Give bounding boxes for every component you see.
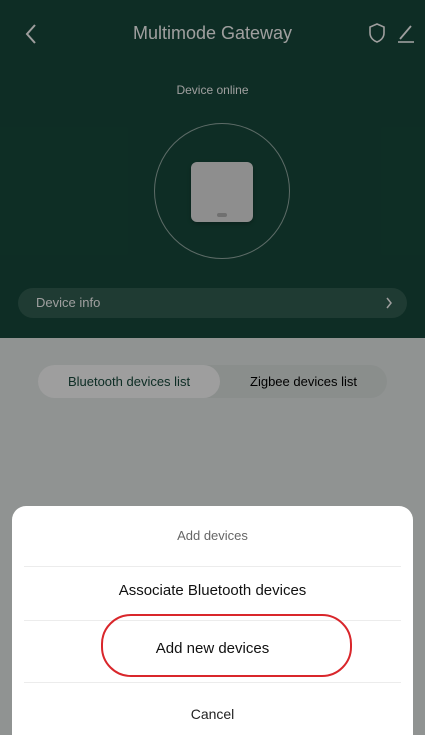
add-devices-sheet: Add devices Associate Bluetooth devices … xyxy=(12,506,413,735)
sheet-title: Add devices xyxy=(177,528,248,543)
divider xyxy=(24,682,401,683)
cancel-button[interactable]: Cancel xyxy=(12,706,413,722)
associate-bluetooth-button[interactable]: Associate Bluetooth devices xyxy=(12,582,413,599)
divider xyxy=(24,566,401,567)
highlight-ring xyxy=(101,614,352,677)
app-screen: Multimode Gateway Device online Device i… xyxy=(0,0,425,735)
